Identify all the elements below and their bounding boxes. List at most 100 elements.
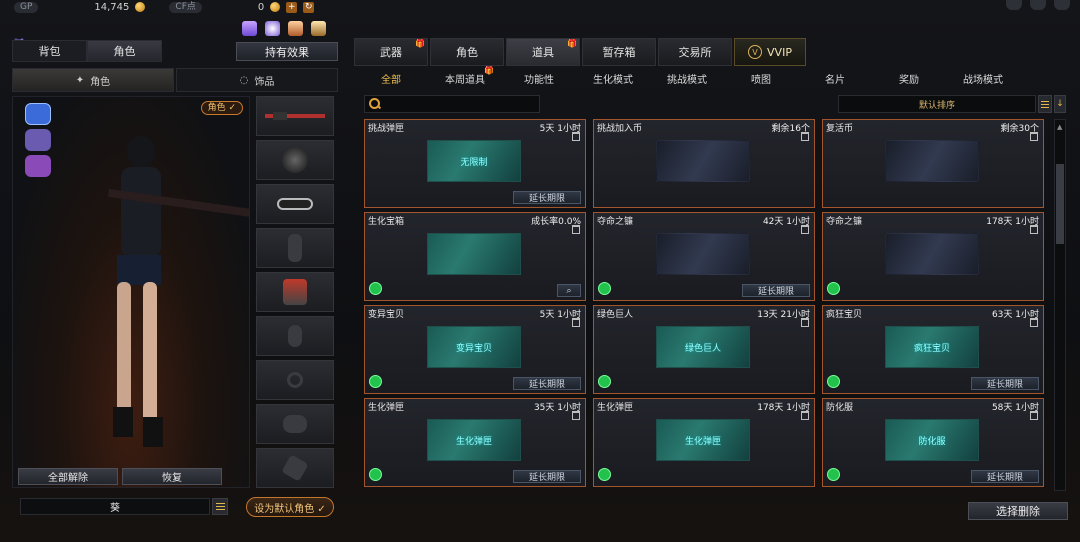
unequip-all-button[interactable]: 全部解除	[18, 468, 118, 485]
inventory-screen: GP 14,745 CF点 0 + ↻ ⊶ 背包 角色 持有效果 ✦	[0, 0, 1080, 542]
trash-icon[interactable]	[801, 225, 809, 234]
close-tab-icon[interactable]	[1054, 0, 1070, 10]
list-view-icon[interactable]	[1038, 95, 1052, 113]
magnify-icon[interactable]: ⌕	[557, 284, 581, 297]
item-name: 变异宝贝	[368, 310, 405, 320]
category-label: 暂存箱	[602, 46, 636, 59]
filter-spray[interactable]: 喷图	[724, 68, 798, 88]
filter-weekly[interactable]: 本周道具 🎁	[428, 66, 502, 88]
set-default-character-button[interactable]: 设为默认角色 ✓	[246, 497, 334, 517]
slot-grenade[interactable]	[256, 316, 334, 356]
category-tab-vvip[interactable]: V VVIP	[734, 38, 806, 66]
misc-icon	[281, 454, 309, 482]
subtab-accessory[interactable]: ◌ 饰品	[176, 68, 338, 92]
search-box[interactable]	[364, 95, 540, 113]
item-image-label: 防化服	[918, 436, 946, 447]
item-card[interactable]: 夺命之镰 42天 1小时 延长期限	[593, 212, 815, 301]
category-tab-storage[interactable]: 暂存箱	[582, 38, 656, 66]
restore-button[interactable]: 恢复	[122, 468, 222, 485]
filter-challenge[interactable]: 挑战模式	[650, 68, 724, 88]
body-silhouette-icon	[288, 234, 302, 262]
extend-button[interactable]: 延长期限	[971, 377, 1039, 390]
filter-functional[interactable]: 功能性	[502, 68, 576, 88]
recharge-plus-button[interactable]: +	[286, 1, 298, 13]
menu-icon[interactable]	[212, 498, 228, 515]
search-input[interactable]	[385, 98, 535, 110]
category-tab-character[interactable]: 角色	[430, 38, 504, 66]
category-tab-weapons[interactable]: 武器 🎁	[354, 38, 428, 66]
trash-icon[interactable]	[572, 225, 580, 234]
item-image	[656, 233, 750, 275]
trash-icon[interactable]	[572, 318, 580, 327]
menu-tab-icon[interactable]	[1006, 0, 1022, 10]
slot-flashbang[interactable]	[256, 360, 334, 400]
slot-misc[interactable]	[256, 448, 334, 488]
filter-battlefield[interactable]: 战场模式	[946, 68, 1020, 88]
holding-effects-button[interactable]: 持有效果	[236, 42, 338, 61]
item-image: 生化弹匣	[427, 419, 521, 461]
helmet-icon	[282, 147, 308, 173]
trash-icon[interactable]	[572, 132, 580, 141]
category-tab-items[interactable]: 道具 🎁	[506, 38, 580, 66]
filter-all[interactable]: 全部	[354, 68, 428, 88]
item-card[interactable]: 生化弹匣 35天 1小时 生化弹匣 延长期限	[364, 398, 586, 487]
slot-pet[interactable]	[256, 404, 334, 444]
extend-button[interactable]: 延长期限	[742, 284, 810, 297]
sort-dropdown[interactable]: 默认排序	[838, 95, 1036, 113]
character-preview[interactable]: 角色 ✓	[12, 96, 250, 488]
slot-backpack[interactable]	[256, 272, 334, 312]
scroll-up-icon[interactable]: ▲	[1057, 123, 1062, 131]
subtab-accessory-label: 饰品	[254, 76, 275, 88]
slot-body[interactable]	[256, 228, 334, 268]
trash-icon[interactable]	[1030, 318, 1038, 327]
gift-icon[interactable]	[242, 21, 257, 36]
trash-icon[interactable]	[801, 132, 809, 141]
filter-reward[interactable]: 奖励	[872, 68, 946, 88]
character-panel: ⊶ 背包 角色 持有效果 ✦ 角色 ◌ 饰品 角色 ✓	[10, 20, 338, 522]
tab-backpack[interactable]: 背包	[12, 40, 87, 62]
extend-button[interactable]: 延长期限	[513, 377, 581, 390]
trash-icon[interactable]	[801, 318, 809, 327]
subtab-character[interactable]: ✦ 角色	[12, 68, 174, 92]
filter-zombie[interactable]: 生化模式	[576, 68, 650, 88]
spray-icon[interactable]	[288, 21, 303, 36]
scrollbar[interactable]: ▲	[1054, 119, 1066, 491]
scroll-thumb[interactable]	[1056, 164, 1064, 244]
search-icon[interactable]	[369, 98, 381, 110]
character-name-field[interactable]: 葵	[20, 498, 210, 515]
item-card[interactable]: 挑战加入币 剩余16个	[593, 119, 815, 208]
item-card[interactable]: 生化弹匣 178天 1小时 生化弹匣	[593, 398, 815, 487]
equipment-slots	[256, 96, 336, 488]
item-image: 绿色巨人	[656, 326, 750, 368]
slot-rifle[interactable]	[256, 96, 334, 136]
dye-icon[interactable]	[311, 21, 326, 36]
slot-goggles[interactable]	[256, 184, 334, 224]
extend-button[interactable]: 延长期限	[971, 470, 1039, 483]
item-card[interactable]: 防化服 58天 1小时 防化服 延长期限	[822, 398, 1044, 487]
trash-icon[interactable]	[1030, 132, 1038, 141]
trash-icon[interactable]	[1030, 225, 1038, 234]
extend-button[interactable]: 延长期限	[513, 470, 581, 483]
item-card[interactable]: 绿色巨人 13天 21小时 绿色巨人	[593, 305, 815, 394]
item-card[interactable]: 复活币 剩余30个	[822, 119, 1044, 208]
batch-delete-button[interactable]: 选择删除	[968, 502, 1068, 520]
filter-card[interactable]: 名片	[798, 68, 872, 88]
trash-icon[interactable]	[801, 411, 809, 420]
item-card[interactable]: 生化宝箱 成长率0.0% ⌕	[364, 212, 586, 301]
trash-icon[interactable]	[572, 411, 580, 420]
item-name: 防化服	[826, 403, 854, 413]
item-card[interactable]: 疯狂宝贝 63天 1小时 疯狂宝贝 延长期限	[822, 305, 1044, 394]
settings-tab-icon[interactable]	[1030, 0, 1046, 10]
category-tab-exchange[interactable]: 交易所	[658, 38, 732, 66]
item-name: 生化弹匣	[368, 403, 405, 413]
slot-helmet[interactable]	[256, 140, 334, 180]
item-card[interactable]: 挑战弹匣 5天 1小时 无限制 延长期限	[364, 119, 586, 208]
item-card[interactable]: 变异宝贝 5天 1小时 变异宝贝 延长期限	[364, 305, 586, 394]
swap-icon[interactable]	[265, 21, 280, 36]
item-card[interactable]: 夺命之镰 178天 1小时	[822, 212, 1044, 301]
refresh-icon[interactable]: ↻	[303, 1, 315, 13]
tab-character[interactable]: 角色	[87, 40, 162, 62]
extend-button[interactable]: 延长期限	[513, 191, 581, 204]
trash-icon[interactable]	[1030, 411, 1038, 420]
sort-direction-icon[interactable]: ↓	[1054, 95, 1066, 113]
